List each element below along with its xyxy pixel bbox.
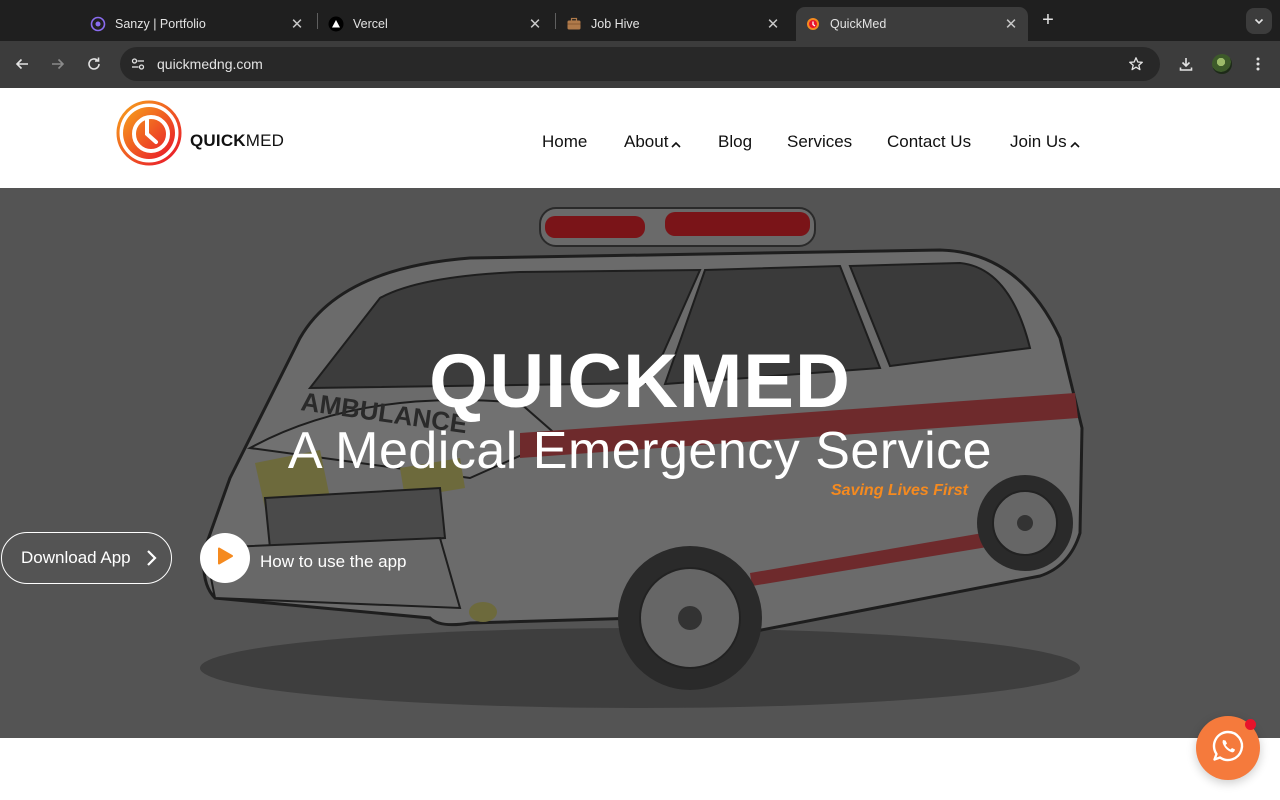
tab-search-chevron-icon[interactable] xyxy=(1246,8,1272,34)
new-tab-plus-icon[interactable]: + xyxy=(1036,8,1060,32)
site-settings-icon[interactable] xyxy=(128,54,148,74)
portfolio-favicon-icon xyxy=(90,16,106,32)
close-tab-icon[interactable]: ✕ xyxy=(288,15,306,33)
nav-home[interactable]: Home xyxy=(542,132,587,152)
close-tab-icon[interactable]: ✕ xyxy=(764,15,782,33)
download-app-label: Download App xyxy=(21,548,131,567)
play-icon xyxy=(215,546,235,571)
whatsapp-icon xyxy=(1211,729,1245,768)
download-icon[interactable] xyxy=(1174,52,1198,76)
quickmed-logo-icon[interactable] xyxy=(116,100,182,166)
forward-arrow-icon[interactable] xyxy=(45,51,71,77)
nav-about-label: About xyxy=(624,132,669,151)
site-header: QUICKMED Home About Blog Services Contac… xyxy=(0,88,1280,188)
vercel-favicon-icon xyxy=(328,16,344,32)
tab-title: QuickMed xyxy=(830,17,887,31)
tab-sanzy-portfolio[interactable]: Sanzy | Portfolio ✕ xyxy=(82,7,314,41)
profile-avatar[interactable] xyxy=(1212,54,1232,74)
nav-blog[interactable]: Blog xyxy=(718,132,752,152)
tab-title: Sanzy | Portfolio xyxy=(115,17,206,31)
hero-section: AMBULANCE QUICKMED A Medical Emergency S… xyxy=(0,188,1280,738)
brand-bold: QUICK xyxy=(190,131,246,150)
hero-subtitle: A Medical Emergency Service xyxy=(287,422,993,480)
quickmed-favicon-icon xyxy=(805,16,821,32)
close-tab-icon[interactable]: ✕ xyxy=(526,15,544,33)
brand-name[interactable]: QUICKMED xyxy=(190,131,284,151)
hero-title: QUICKMED xyxy=(429,339,851,424)
browser-toolbar: quickmedng.com xyxy=(0,41,1280,88)
close-tab-icon[interactable]: ✕ xyxy=(1002,15,1020,33)
play-video-button[interactable] xyxy=(200,533,250,583)
nav-services[interactable]: Services xyxy=(787,132,852,152)
tab-title: Job Hive xyxy=(591,17,640,31)
nav-join-label: Join Us xyxy=(1010,132,1067,151)
tab-vercel[interactable]: Vercel ✕ xyxy=(320,7,552,41)
nav-join-us[interactable]: Join Us xyxy=(1010,132,1081,152)
address-bar[interactable]: quickmedng.com xyxy=(120,47,1160,81)
hero-tagline: Saving Lives First xyxy=(831,482,968,499)
chevron-up-icon xyxy=(1069,136,1081,148)
chevron-up-icon xyxy=(670,136,682,148)
brand-light: MED xyxy=(245,131,285,150)
tab-separator xyxy=(555,13,556,29)
briefcase-favicon-icon xyxy=(566,16,582,32)
bookmark-star-icon[interactable] xyxy=(1126,54,1146,74)
tab-title: Vercel xyxy=(353,17,388,31)
more-menu-icon[interactable] xyxy=(1246,52,1270,76)
how-to-use-link[interactable]: How to use the app xyxy=(260,552,406,572)
tab-quickmed[interactable]: QuickMed ✕ xyxy=(796,7,1028,41)
url-text[interactable]: quickmedng.com xyxy=(157,56,263,72)
chevron-right-icon xyxy=(145,548,159,568)
reload-icon[interactable] xyxy=(81,51,107,77)
tab-separator xyxy=(317,13,318,29)
tab-job-hive[interactable]: Job Hive ✕ xyxy=(558,7,790,41)
browser-tab-strip: Sanzy | Portfolio ✕ Vercel ✕ Job Hive ✕ … xyxy=(0,0,1280,41)
back-arrow-icon[interactable] xyxy=(9,51,35,77)
nav-contact-us[interactable]: Contact Us xyxy=(887,132,971,152)
download-app-button[interactable]: Download App xyxy=(1,532,172,584)
nav-about[interactable]: About xyxy=(624,132,682,152)
notification-dot xyxy=(1245,719,1256,730)
